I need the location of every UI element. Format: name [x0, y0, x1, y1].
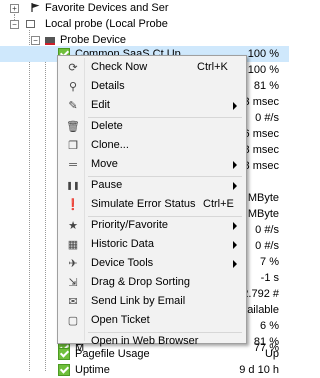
sensor-value: vailable — [241, 304, 279, 316]
sensor-value: 81 % — [253, 80, 279, 92]
status-ok-icon — [58, 364, 70, 376]
submenu-arrow-icon — [233, 222, 237, 230]
menu-item-drag-drop-sorting[interactable]: ⇲ Drag & Drop Sorting — [60, 273, 243, 292]
probe-label: Local probe (Local Probe — [45, 18, 168, 30]
menu-item-label: Move — [91, 158, 118, 170]
menu-item-label: Drag & Drop Sorting — [91, 276, 191, 288]
sensor-value: 0 #/s — [255, 112, 279, 124]
sensor-value: 9 d 10 h — [239, 364, 279, 376]
calendar-icon: ▦ — [67, 239, 79, 251]
submenu-arrow-icon — [233, 161, 237, 169]
tree-row-local-probe[interactable]: − Local probe (Local Probe — [0, 16, 289, 32]
menu-item-move[interactable]: ═ Move — [60, 155, 243, 174]
menu-item-label: Pause — [91, 179, 123, 191]
drag-icon: ⇲ — [68, 277, 78, 289]
menu-item-label: Priority/Favorite — [91, 219, 169, 231]
menu-item-shortcut: Ctrl+E — [203, 198, 234, 210]
menu-item-send-link-email[interactable]: ✉ Send Link by Email — [60, 292, 243, 311]
menu-item-edit[interactable]: ✎ Edit — [60, 96, 243, 115]
status-ok-icon — [58, 348, 70, 360]
menu-item-label: Open in Web Browser — [91, 335, 199, 347]
menu-item-label: Edit — [91, 99, 110, 111]
menu-item-pause[interactable]: ❚❚ Pause — [60, 176, 243, 195]
device-icon — [45, 37, 55, 45]
probe-icon — [26, 20, 35, 28]
sensor-value: 7 % — [260, 256, 279, 268]
context-menu: ⟳ Check Now Ctrl+K ⚲ Details ✎ Edit 🗑 De… — [57, 55, 247, 347]
menu-item-check-now[interactable]: ⟳ Check Now Ctrl+K — [60, 58, 243, 77]
menu-item-label: Clone... — [91, 139, 129, 151]
menu-item-priority-favorite[interactable]: ★ Priority/Favorite — [60, 216, 243, 235]
submenu-arrow-icon — [233, 260, 237, 268]
menu-item-historic-data[interactable]: ▦ Historic Data — [60, 235, 243, 254]
submenu-arrow-icon — [233, 182, 237, 190]
expand-icon[interactable]: + — [10, 4, 19, 13]
sensor-value: -1 s — [260, 272, 279, 284]
flag-icon — [31, 3, 40, 12]
sensor-value: 100 % — [247, 48, 279, 60]
sensor-name: Uptime — [75, 364, 110, 376]
trash-icon: 🗑 — [66, 121, 80, 133]
collapse-icon[interactable]: − — [31, 36, 40, 45]
menu-item-label: Details — [91, 80, 125, 92]
menu-item-details[interactable]: ⚲ Details — [60, 77, 243, 96]
menu-item-label: Delete — [91, 120, 123, 132]
refresh-icon: ⟳ — [68, 62, 78, 74]
alert-icon: ❗ — [66, 199, 80, 211]
tools-icon: ✈ — [68, 258, 78, 270]
submenu-arrow-icon — [233, 102, 237, 110]
sensor-value: 100 % — [247, 64, 279, 76]
tree-row-favorites[interactable]: + Favorite Devices and Ser — [0, 0, 289, 16]
menu-item-label: Simulate Error Status — [91, 198, 196, 210]
menu-item-simulate-error[interactable]: ❗ Simulate Error Status Ctrl+E — [60, 195, 243, 214]
menu-item-clone[interactable]: ❐ Clone... — [60, 136, 243, 155]
sensor-value: 6 % — [260, 320, 279, 332]
sensor-value: 0 #/s — [255, 240, 279, 252]
sensor-value: Up — [264, 348, 279, 360]
menu-item-shortcut: Ctrl+K — [197, 61, 228, 73]
sensor-row[interactable]: Uptime 9 d 10 h — [0, 362, 289, 378]
sensor-value: 2.792 # — [242, 288, 279, 300]
pencil-icon: ✎ — [68, 100, 78, 112]
menu-item-device-tools[interactable]: ✈ Device Tools — [60, 254, 243, 273]
menu-item-label: Check Now — [91, 61, 148, 73]
menu-item-label: Historic Data — [91, 238, 154, 250]
menu-item-label: Device Tools — [91, 257, 154, 269]
mail-icon: ✉ — [68, 296, 78, 308]
menu-item-label: Send Link by Email — [91, 295, 186, 307]
menu-item-open-web-browser[interactable]: Open in Web Browser — [60, 322, 243, 347]
sensor-value: 0 #/s — [255, 224, 279, 236]
move-icon: ═ — [69, 159, 77, 171]
submenu-arrow-icon — [233, 241, 237, 249]
star-icon: ★ — [68, 220, 78, 232]
magnifier-icon: ⚲ — [68, 81, 78, 93]
collapse-icon[interactable]: − — [10, 20, 19, 29]
favorites-label: Favorite Devices and Ser — [45, 2, 169, 14]
clone-icon: ❐ — [68, 140, 78, 152]
menu-item-delete[interactable]: 🗑 Delete — [60, 117, 243, 136]
pause-icon: ❚❚ — [66, 181, 80, 190]
